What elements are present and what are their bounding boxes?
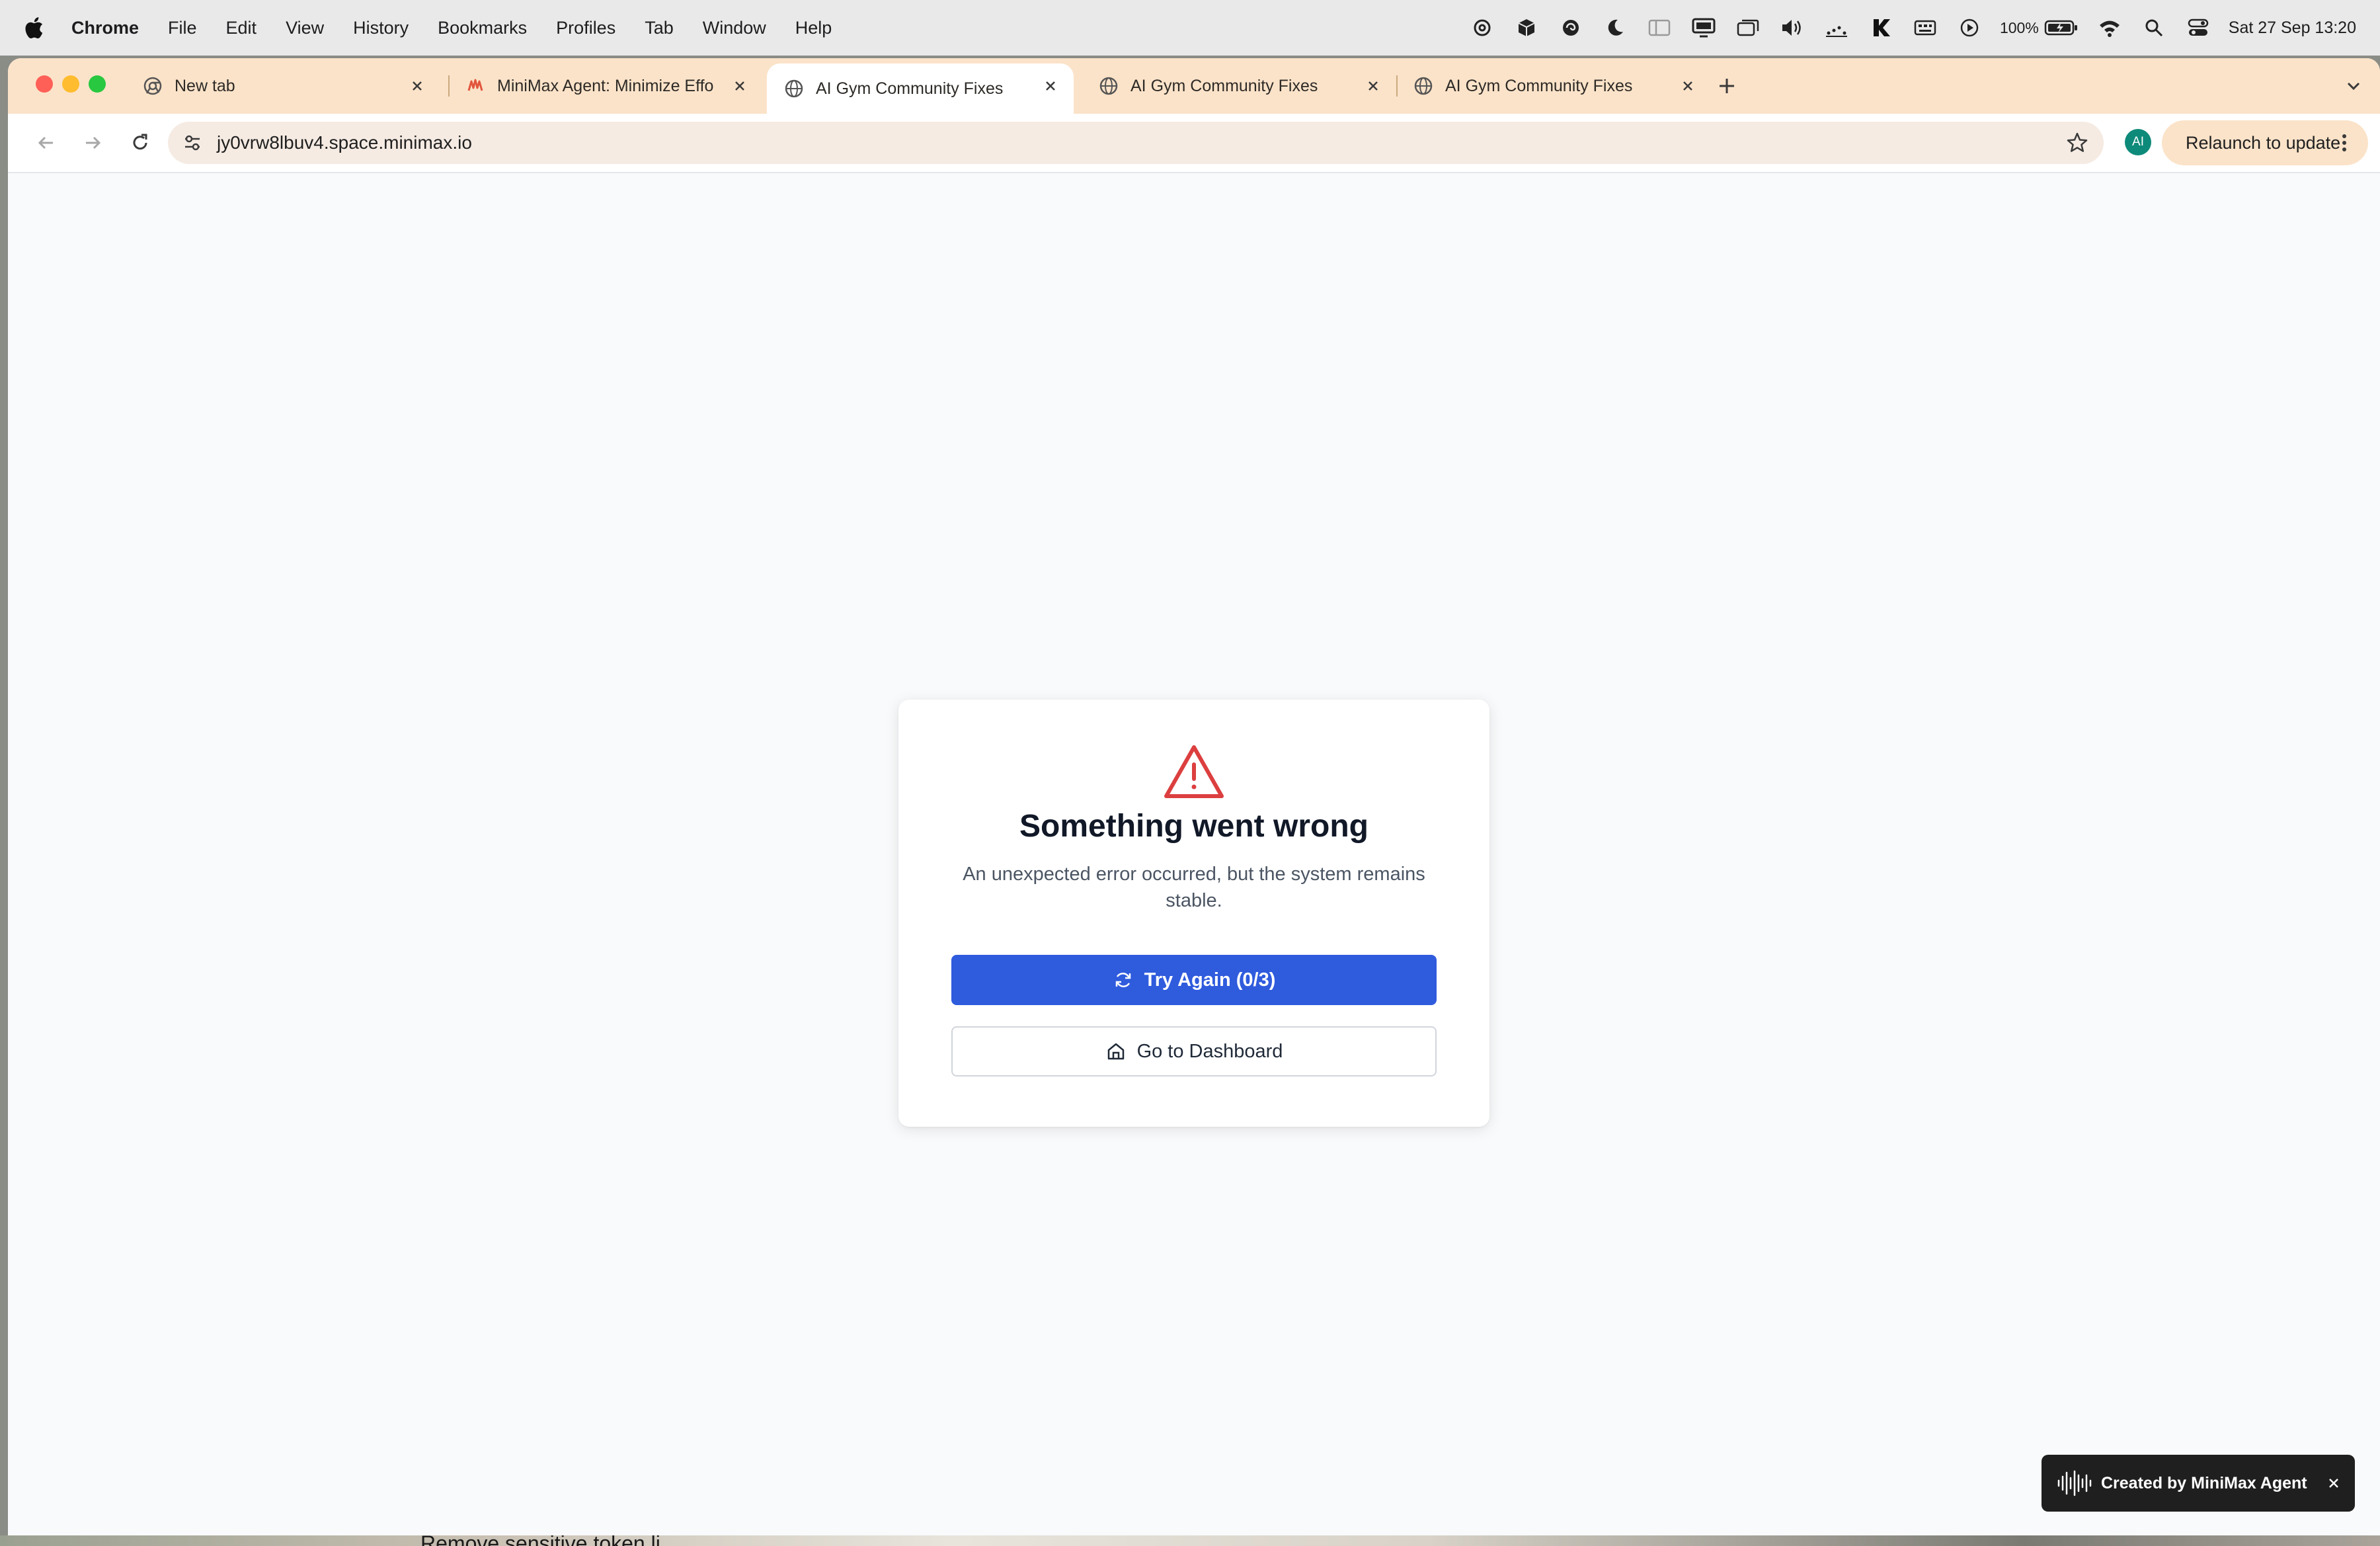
- search-icon[interactable]: [2141, 15, 2167, 41]
- battery-icon[interactable]: [2044, 15, 2079, 41]
- apple-icon[interactable]: [24, 16, 44, 40]
- tab-ai-gym-active[interactable]: AI Gym Community Fixes: [767, 63, 1074, 114]
- battery-percent: 100%: [1999, 19, 2039, 36]
- browser-toolbar: jy0vrw8lbuv4.space.minimax.io AI Relaunc…: [8, 114, 2380, 172]
- menu-edit[interactable]: Edit: [226, 18, 257, 38]
- play-icon[interactable]: [1956, 15, 1983, 41]
- moon-icon[interactable]: [1602, 15, 1628, 41]
- back-arrow-icon[interactable]: [32, 128, 61, 157]
- menu-window[interactable]: Window: [703, 18, 766, 38]
- tab-new-tab[interactable]: New tab: [126, 63, 440, 108]
- minimax-icon: [467, 79, 483, 91]
- error-card: Something went wrong An unexpected error…: [898, 700, 1489, 1127]
- warning-triangle-icon: [1164, 745, 1224, 798]
- activity-icon[interactable]: [1823, 15, 1850, 41]
- created-by-badge[interactable]: Created by MiniMax Agent: [2042, 1455, 2355, 1512]
- background-window: Remove sensitive token li...: [0, 1535, 2380, 1546]
- page-content: Something went wrong An unexpected error…: [8, 172, 2380, 1537]
- site-settings-icon[interactable]: [181, 132, 204, 154]
- menu-history[interactable]: History: [353, 18, 409, 38]
- profile-avatar[interactable]: AI: [2125, 129, 2151, 155]
- package-icon[interactable]: [1513, 15, 1540, 41]
- wifi-icon[interactable]: [2096, 15, 2123, 41]
- fullscreen-window-button[interactable]: [89, 75, 106, 93]
- refresh-icon: [1115, 972, 1130, 988]
- close-tab-icon[interactable]: [1679, 77, 1696, 95]
- close-tab-icon[interactable]: [1042, 77, 1059, 95]
- screens-icon[interactable]: [1735, 15, 1761, 41]
- relaunch-label: Relaunch to update: [2186, 132, 2341, 153]
- tab-title: MiniMax Agent: Minimize Effo: [497, 76, 714, 95]
- go-to-dashboard-label: Go to Dashboard: [1136, 1040, 1283, 1062]
- menu-profiles[interactable]: Profiles: [556, 18, 615, 38]
- relaunch-button[interactable]: Relaunch to update: [2162, 120, 2368, 165]
- tab-search-chevron-icon[interactable]: [2340, 73, 2367, 99]
- menu-help[interactable]: Help: [795, 18, 832, 38]
- more-vertical-icon[interactable]: [2332, 131, 2356, 155]
- new-tab-plus-icon[interactable]: [1714, 73, 1740, 99]
- address-bar[interactable]: jy0vrw8lbuv4.space.minimax.io: [168, 122, 2104, 164]
- tab-minimax-agent[interactable]: MiniMax Agent: Minimize Effo: [448, 63, 763, 108]
- error-title: Something went wrong: [1019, 809, 1368, 844]
- try-again-label: Try Again (0/3): [1144, 969, 1276, 991]
- globe-icon: [1099, 77, 1118, 95]
- tab-title: AI Gym Community Fixes: [1445, 76, 1633, 95]
- tab-title: New tab: [175, 76, 235, 95]
- reload-icon[interactable]: [126, 128, 155, 157]
- chrome-icon: [143, 77, 162, 95]
- close-tab-icon[interactable]: [731, 77, 748, 95]
- tab-ai-gym-3[interactable]: AI Gym Community Fixes: [1396, 63, 1711, 108]
- macos-menu-bar: Chrome File Edit View History Bookmarks …: [0, 0, 2380, 56]
- minimize-window-button[interactable]: [62, 75, 79, 93]
- forward-arrow-icon[interactable]: [78, 128, 107, 157]
- volume-icon[interactable]: [1779, 15, 1805, 41]
- menu-tab[interactable]: Tab: [645, 18, 674, 38]
- menu-view[interactable]: View: [286, 18, 324, 38]
- openai-icon[interactable]: [1469, 15, 1495, 41]
- tab-title: AI Gym Community Fixes: [1130, 76, 1318, 95]
- badge-label: Created by MiniMax Agent: [2101, 1473, 2307, 1492]
- close-tab-icon[interactable]: [1365, 77, 1382, 95]
- tab-title: AI Gym Community Fixes: [816, 79, 1004, 98]
- display-icon[interactable]: [1690, 15, 1717, 41]
- close-badge-icon[interactable]: [2326, 1475, 2342, 1491]
- menu-app-chrome[interactable]: Chrome: [71, 18, 139, 38]
- sidebar-icon[interactable]: [1646, 15, 1673, 41]
- home-icon: [1107, 1043, 1124, 1060]
- background-text: Remove sensitive token li...: [420, 1535, 678, 1546]
- go-to-dashboard-button[interactable]: Go to Dashboard: [951, 1026, 1437, 1077]
- close-window-button[interactable]: [36, 75, 53, 93]
- menu-file[interactable]: File: [168, 18, 197, 38]
- menu-bookmarks[interactable]: Bookmarks: [438, 18, 527, 38]
- globe-icon: [785, 79, 803, 98]
- globe-icon: [1414, 77, 1433, 95]
- control-center-icon[interactable]: [2185, 15, 2211, 41]
- tab-ai-gym-2[interactable]: AI Gym Community Fixes: [1082, 63, 1396, 108]
- error-description: An unexpected error occurred, but the sy…: [963, 864, 1425, 911]
- swirl-icon[interactable]: [1558, 15, 1584, 41]
- url-text: jy0vrw8lbuv4.space.minimax.io: [217, 132, 472, 153]
- bookmark-star-icon[interactable]: [2065, 131, 2089, 155]
- clock[interactable]: Sat 27 Sep 13:20: [2229, 19, 2356, 38]
- k-app-icon[interactable]: [1868, 15, 1894, 41]
- keyboard-icon[interactable]: [1912, 15, 1938, 41]
- status-area: 100% Sat 27 Sep 13:20: [1451, 0, 2356, 56]
- close-tab-icon[interactable]: [409, 77, 426, 95]
- try-again-button[interactable]: Try Again (0/3): [951, 955, 1437, 1005]
- audio-wave-icon: [2057, 1470, 2092, 1496]
- tab-strip: New tab MiniMax Agent: Minimize Effo AI …: [8, 58, 2380, 114]
- browser-window: New tab MiniMax Agent: Minimize Effo AI …: [8, 58, 2380, 1537]
